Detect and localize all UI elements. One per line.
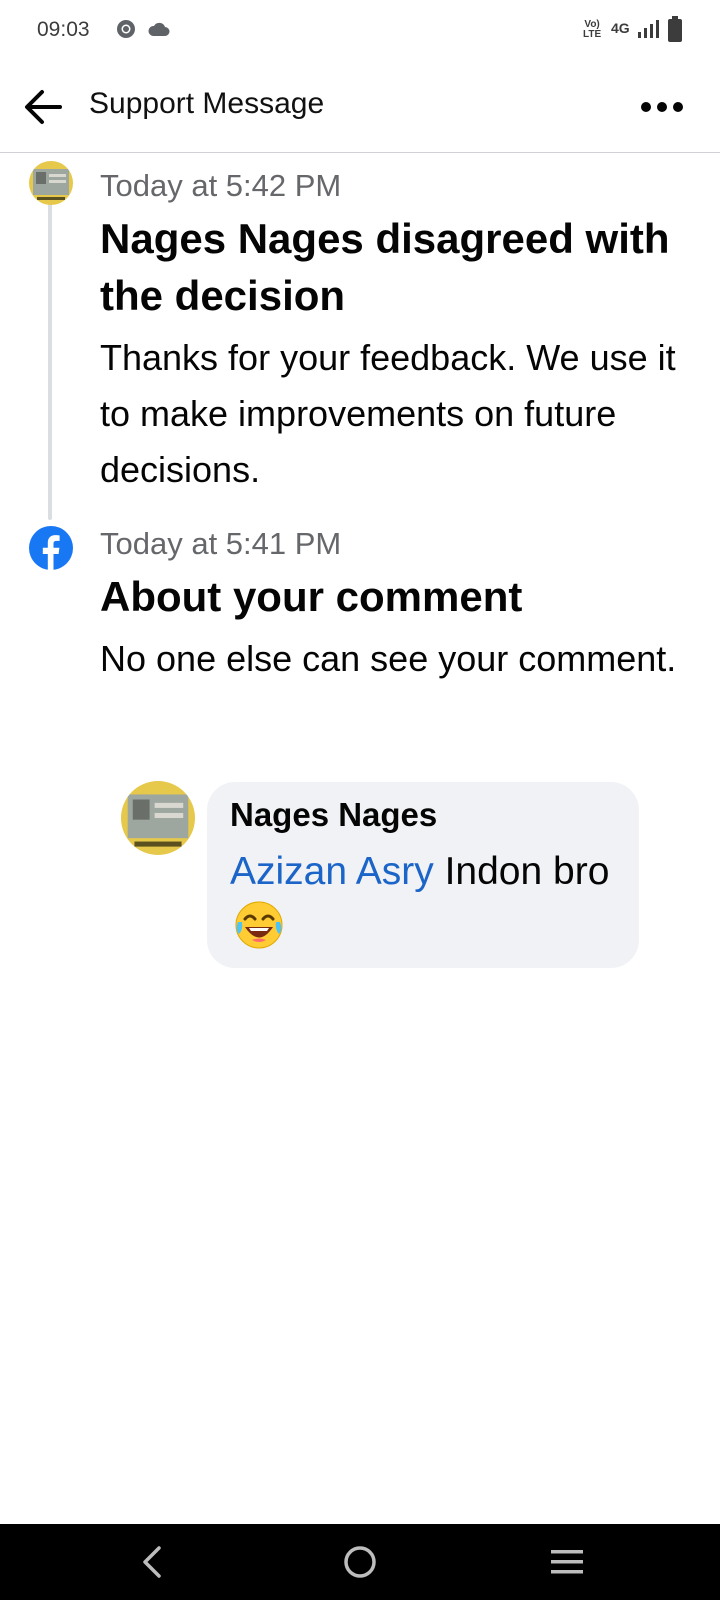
status-time: 09:03 [37,18,90,41]
chrome-icon [117,20,135,38]
timeline-timestamp: Today at 5:41 PM [100,526,342,561]
laughing-tears-emoji-icon [235,901,283,949]
user-avatar[interactable] [29,161,73,205]
comment-body: Indon bro [433,850,610,893]
page-title: Support Message [89,87,325,120]
status-bar: 09:03 Vo) LTE 4G [0,0,720,60]
timeline-heading: Nages Nages disagreed with the decision [100,215,670,319]
more-options-icon[interactable] [640,96,692,118]
battery-icon [668,16,682,42]
network-type-label: 4G [611,20,630,36]
volte-icon: Vo) LTE [583,20,601,40]
comment-author-name[interactable]: Nages Nages [230,796,437,834]
timeline-timestamp: Today at 5:42 PM [100,168,342,203]
app-header: Support Message [0,60,720,153]
timeline-connector [48,198,52,520]
timeline-body: No one else can see your comment. [100,638,677,679]
nav-home-icon[interactable] [340,1542,380,1582]
back-arrow-icon[interactable] [20,84,66,130]
comment-text: Azizan Asry Indon bro [230,844,630,956]
nav-back-icon[interactable] [137,1544,167,1580]
signal-icon [638,20,659,38]
comment-bubble[interactable]: Nages Nages Azizan Asry Indon bro [207,782,639,968]
system-nav-bar [0,1524,720,1600]
avatar-image [29,161,73,205]
cloud-icon [148,22,170,36]
avatar-image [121,781,195,855]
timeline-body: Thanks for your feedback. We use it to m… [100,337,676,490]
comment-author-avatar[interactable] [121,781,195,855]
nav-recents-icon[interactable] [548,1546,586,1578]
comment-mention-link[interactable]: Azizan Asry [230,850,434,893]
timeline-heading: About your comment [100,573,523,620]
facebook-icon [29,526,73,570]
volte-label-bottom: LTE [583,29,602,40]
